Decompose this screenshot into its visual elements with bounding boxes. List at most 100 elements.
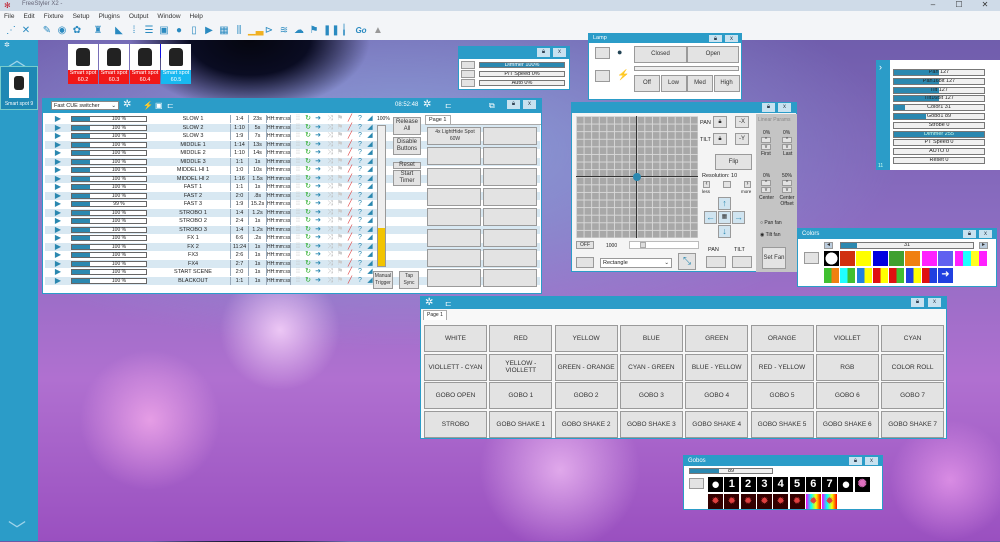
flag-icon[interactable]: ⚑	[335, 268, 345, 276]
arrow-icon[interactable]: ➜	[313, 243, 323, 251]
gobo-shake-1-icon[interactable]: ✹	[708, 494, 723, 509]
color-scroll-arrow-icon[interactable]: ➜	[938, 268, 953, 283]
channel-tilt16bit-fader[interactable]: Tilt16bit 127	[893, 95, 985, 103]
dimmer-bar[interactable]: P/T Speed 0%	[479, 71, 565, 77]
fixture-tile[interactable]: Smart spot 60.4	[130, 44, 160, 84]
scene-button-rgb[interactable]: RGB	[815, 353, 879, 381]
channel-auto-fader[interactable]: AUTO 0	[893, 148, 985, 156]
scene-button-gobo-6[interactable]: GOBO 6	[815, 382, 879, 409]
shuffle-icon[interactable]: ⤨	[325, 192, 335, 200]
cue-name[interactable]: START SCENE	[156, 268, 231, 276]
ramp-icon[interactable]: ◢	[365, 149, 375, 157]
scroll-down-icon[interactable]: ﹀	[8, 516, 26, 542]
color-swatch[interactable]	[840, 251, 855, 266]
cue-page-button[interactable]	[483, 208, 537, 227]
pen-icon[interactable]: ✎	[41, 24, 53, 38]
dmx-in-icon[interactable]: ≋	[278, 24, 290, 38]
shuffle-icon[interactable]: ⤨	[325, 132, 335, 140]
scene-button-gobo-shake-2[interactable]: GOBO SHAKE 2	[554, 410, 618, 438]
help-icon[interactable]: ?	[355, 124, 365, 132]
color-swatch[interactable]	[888, 251, 904, 266]
cue-name[interactable]: MIDDLE 1	[156, 140, 231, 149]
ramp-icon[interactable]: ◢	[365, 243, 375, 251]
channel-reset-fader[interactable]: Reset 0	[893, 157, 985, 164]
cue-name[interactable]: FX 1	[156, 234, 231, 242]
cue-speed-bar[interactable]: 100 %	[71, 184, 147, 190]
cue-name[interactable]: STROBO 1	[156, 208, 231, 217]
cue-name[interactable]: FX 2	[156, 242, 231, 251]
play-cue-icon[interactable]: ▶	[51, 132, 65, 140]
lock-button[interactable]: 🔒︎	[507, 100, 520, 109]
fade-icon[interactable]: ╱	[345, 183, 355, 191]
shuffle-icon[interactable]: ⤨	[325, 251, 335, 259]
gobo-6-icon[interactable]: 6	[805, 477, 821, 492]
scene-button-gobo-shake-3[interactable]: GOBO SHAKE 3	[619, 410, 683, 438]
fade-icon[interactable]: ╱	[345, 115, 355, 123]
help-icon[interactable]: ?	[355, 158, 365, 166]
steps-icon[interactable]: ⁞⁞	[293, 226, 303, 234]
shuffle-icon[interactable]: ⤨	[325, 209, 335, 217]
steps-icon[interactable]: ⁞⁞	[293, 234, 303, 242]
shuffle-icon[interactable]: ⤨	[325, 260, 335, 268]
help-icon[interactable]: ?	[355, 183, 365, 191]
shuffle-icon[interactable]: ⤨	[325, 149, 335, 157]
color-swatch[interactable]	[856, 251, 872, 266]
move-left-button[interactable]: ←	[704, 211, 717, 224]
menu-edit[interactable]: Edit	[23, 13, 34, 20]
gobo-7-icon[interactable]: 7	[822, 477, 838, 492]
loop-icon[interactable]: ↻	[303, 234, 313, 242]
menu-plugins[interactable]: Plugins	[99, 13, 120, 20]
help-icon[interactable]: ?	[355, 149, 365, 157]
gobo-3-icon[interactable]: 3	[756, 477, 772, 492]
fade-icon[interactable]: ╱	[345, 209, 355, 217]
color-split-swatch[interactable]	[856, 268, 872, 283]
pan-lock-button[interactable]: 🔒︎	[713, 116, 727, 128]
loop-icon[interactable]: ↻	[303, 277, 313, 285]
flag-icon[interactable]: ⚑	[335, 166, 345, 174]
scroll-right-button[interactable]: ▸	[979, 242, 988, 249]
cue-page-button[interactable]	[427, 208, 481, 227]
start-timer-button[interactable]: Start Timer	[393, 170, 421, 186]
loop-icon[interactable]: ↻	[303, 209, 313, 217]
steps-icon[interactable]: ⁞⁞	[293, 260, 303, 268]
shuffle-icon[interactable]: ⤨	[325, 200, 335, 208]
scene-button-yellow[interactable]: YELLOW	[554, 325, 618, 352]
ramp-icon[interactable]: ◣	[113, 24, 125, 38]
list-icon[interactable]: ☰	[143, 24, 155, 38]
scene-button-gobo-open[interactable]: GOBO OPEN	[424, 382, 487, 409]
loop-icon[interactable]: ↻	[303, 192, 313, 200]
scene-button-gobo-shake-5[interactable]: GOBO SHAKE 5	[750, 410, 814, 438]
help-icon[interactable]: ?	[355, 141, 365, 149]
cue-name[interactable]: SLOW 3	[156, 132, 231, 140]
disc-icon[interactable]: ●	[173, 24, 185, 38]
scene-button-blue-yellow[interactable]: BLUE - YELLOW	[685, 353, 749, 381]
close-button[interactable]: x	[979, 230, 992, 238]
first-up-button[interactable]: ^	[761, 137, 771, 143]
ramp-icon[interactable]: ◢	[365, 226, 375, 234]
cue-name[interactable]: FAST 1	[156, 183, 231, 191]
help-icon[interactable]: ?	[355, 234, 365, 242]
scene-button-gobo-3[interactable]: GOBO 3	[619, 382, 683, 409]
smoke-icon[interactable]: ☁	[293, 24, 305, 38]
tilt-fan-radio[interactable]: ◉ Tilt fan	[760, 232, 781, 238]
cue-page-button[interactable]	[483, 228, 537, 247]
cue-name[interactable]: MIDDEL HI 2	[156, 174, 231, 183]
detach-icon[interactable]: ⧉	[489, 100, 495, 112]
help-icon[interactable]: ?	[355, 175, 365, 183]
close-button[interactable]: x	[523, 100, 536, 109]
gobo-wheel-icon[interactable]: ◉	[56, 24, 68, 38]
sidebar-fixture-item[interactable]: Smart spot 9	[0, 66, 38, 110]
lamp-med-button[interactable]: Med	[687, 75, 713, 92]
move-right-button[interactable]: →	[732, 211, 745, 224]
center-up-button[interactable]: ^	[761, 180, 771, 186]
scene-button-gobo-shake-6[interactable]: GOBO SHAKE 6	[815, 410, 879, 438]
loop-icon[interactable]: ↻	[303, 217, 313, 225]
cue-speed-bar[interactable]: 100 %	[71, 175, 147, 182]
cue-speed-bar[interactable]: 100 %	[71, 141, 147, 148]
flag-icon[interactable]: ⚑	[308, 24, 320, 38]
open-folder-icon[interactable]: ⊏	[445, 100, 452, 112]
ramp-icon[interactable]: ◢	[365, 124, 375, 132]
minimize-button[interactable]: –	[920, 0, 946, 11]
channel-dimmer-fader[interactable]: Dimmer 255	[893, 130, 985, 138]
flag-icon[interactable]: ⚑	[335, 183, 345, 191]
